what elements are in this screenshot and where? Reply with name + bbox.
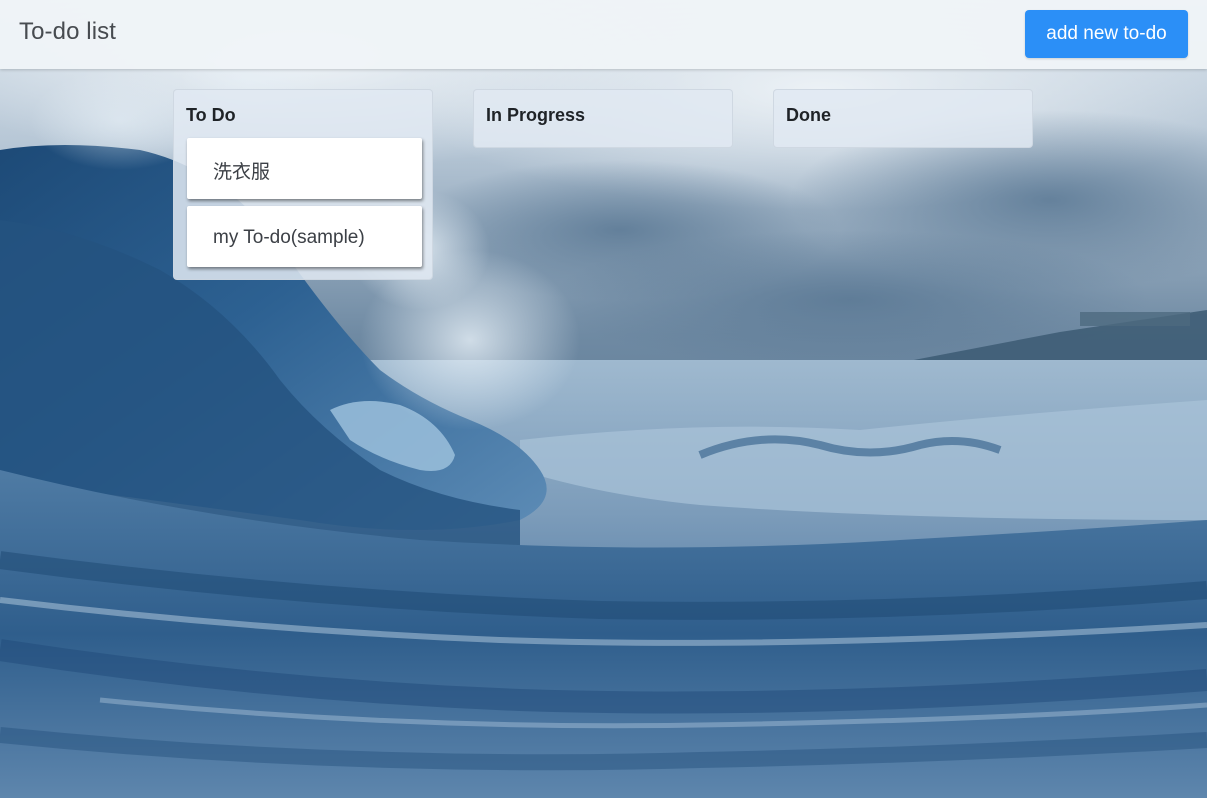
top-navbar: To-do list add new to-do: [0, 0, 1207, 69]
todo-card-text: my To-do(sample): [213, 227, 365, 248]
todo-card-text: 洗衣服: [213, 161, 271, 183]
todo-board-page: To-do list add new to-do To Do 洗衣服 my To…: [0, 0, 1207, 798]
column-done[interactable]: Done: [773, 89, 1033, 148]
column-title-in-progress: In Progress: [486, 105, 586, 125]
column-title-todo: To Do: [186, 105, 236, 125]
todo-card[interactable]: 洗衣服: [187, 138, 422, 199]
column-in-progress[interactable]: In Progress: [473, 89, 733, 148]
column-todo[interactable]: To Do 洗衣服 my To-do(sample): [173, 89, 433, 280]
column-title-done: Done: [786, 105, 831, 125]
add-new-todo-button[interactable]: add new to-do: [1025, 10, 1188, 58]
todo-card[interactable]: my To-do(sample): [187, 206, 422, 267]
app-title: To-do list: [19, 18, 117, 45]
